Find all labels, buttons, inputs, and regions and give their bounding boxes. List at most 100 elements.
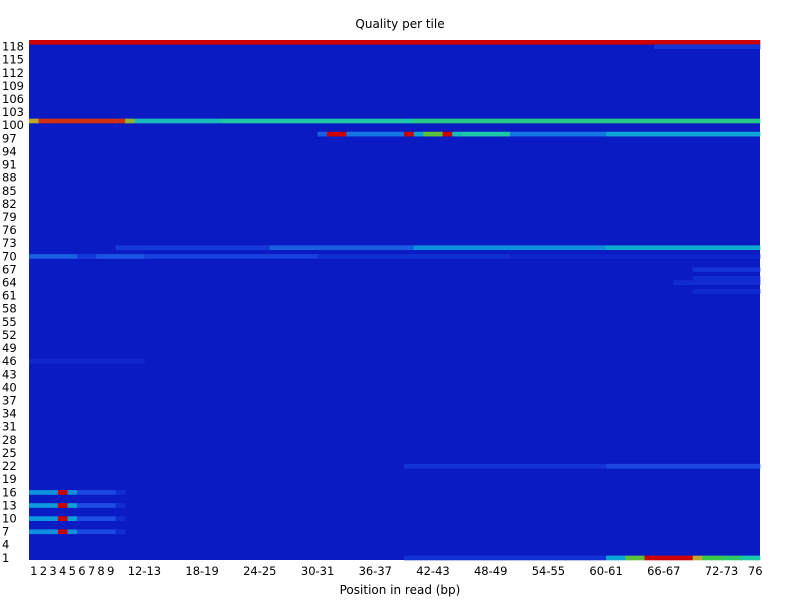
y-tick-label: 7 xyxy=(2,525,9,539)
heatmap-cell xyxy=(77,254,97,259)
heatmap-cell xyxy=(67,503,78,508)
heatmap-cell xyxy=(221,118,415,124)
x-tick-label: 5 xyxy=(69,564,76,578)
y-tick-label: 82 xyxy=(2,197,17,211)
heatmap-cell xyxy=(269,245,415,251)
heatmap-cell xyxy=(606,463,761,469)
heatmap-cell xyxy=(702,555,722,561)
x-tick-label: 76 xyxy=(748,564,763,578)
heatmap-cell xyxy=(29,529,59,535)
x-tick-label: 36-37 xyxy=(359,564,392,578)
heatmap-cell xyxy=(452,131,463,137)
y-tick-label: 58 xyxy=(2,302,17,316)
y-tick-label: 43 xyxy=(2,367,17,381)
heatmap-cell xyxy=(692,275,761,281)
heatmap-cell xyxy=(413,131,424,137)
heatmap-cell xyxy=(29,503,59,508)
heatmap-cell xyxy=(29,490,59,495)
x-tick-label: 54-55 xyxy=(532,564,565,578)
y-tick-label: 79 xyxy=(2,210,17,224)
y-tick-label: 88 xyxy=(2,171,17,185)
heatmap-cell xyxy=(57,516,68,521)
heatmap-cell xyxy=(317,131,328,137)
x-tick-label: 2 xyxy=(40,564,47,578)
heatmap-cell xyxy=(413,118,607,124)
x-tick-label: 72-73 xyxy=(705,564,738,578)
y-tick-label: 76 xyxy=(2,223,17,237)
heatmap-cell xyxy=(67,516,78,521)
x-tick-label: 48-49 xyxy=(474,564,507,578)
x-tick-label: 1 xyxy=(30,564,37,578)
heatmap-cell xyxy=(115,490,126,495)
heatmap-cell xyxy=(29,358,145,364)
heatmap-cell xyxy=(115,516,126,521)
heatmap-cell xyxy=(346,131,405,137)
y-tick-label: 94 xyxy=(2,144,17,158)
heatmap-cell xyxy=(509,131,607,137)
heatmap-cell xyxy=(96,254,145,259)
heatmap-cell xyxy=(442,131,453,137)
heatmap-cell xyxy=(57,529,68,535)
y-tick-label: 115 xyxy=(2,53,24,67)
heatmap-cell xyxy=(509,254,761,259)
heatmap-cell xyxy=(692,289,761,294)
x-tick-label: 24-25 xyxy=(243,564,276,578)
y-tick-label: 112 xyxy=(2,66,24,80)
y-tick-label: 1 xyxy=(2,551,9,565)
y-tick-label: 10 xyxy=(2,512,17,526)
heatmap-background xyxy=(29,40,760,560)
y-tick-label: 46 xyxy=(2,354,17,368)
x-axis-title: Position in read (bp) xyxy=(339,583,461,597)
y-tick-label: 40 xyxy=(2,380,17,394)
x-tick-label: 6 xyxy=(78,564,85,578)
heatmap-cell xyxy=(77,490,116,495)
x-tick-label: 18-19 xyxy=(185,564,218,578)
heatmap-cell xyxy=(115,529,126,535)
heatmap-cell xyxy=(67,529,78,535)
heatmap-cell xyxy=(29,118,39,124)
y-tick-label: 31 xyxy=(2,420,17,434)
heatmap-cell xyxy=(77,516,116,521)
heatmap-cell xyxy=(461,131,511,137)
y-tick-label: 64 xyxy=(2,276,17,290)
heatmap-cell xyxy=(29,516,59,521)
heatmap-cell xyxy=(654,44,761,50)
heatmap-cell xyxy=(29,40,761,45)
heatmap-chart: 1471013161922252831343740434649525558616… xyxy=(2,40,763,578)
y-tick-label: 37 xyxy=(2,394,17,408)
x-tick-label: 3 xyxy=(49,564,56,578)
heatmap-cell xyxy=(38,118,126,124)
heatmap-cell xyxy=(77,529,116,535)
y-tick-label: 103 xyxy=(2,105,24,119)
y-tick-label: 118 xyxy=(2,40,24,54)
heatmap-cell xyxy=(67,490,78,495)
x-tick-label: 4 xyxy=(59,564,66,578)
y-axis-ticks: 1471013161922252831343740434649525558616… xyxy=(2,40,24,565)
heatmap-cell xyxy=(115,503,126,508)
plot-background xyxy=(29,40,760,560)
heatmap-cell xyxy=(134,118,222,124)
x-tick-label: 30-31 xyxy=(301,564,334,578)
heatmap-cell xyxy=(644,555,693,561)
heatmap-cell xyxy=(77,503,116,508)
heatmap-cell xyxy=(115,245,270,251)
heatmap-cell xyxy=(327,131,347,137)
x-tick-label: 42-43 xyxy=(416,564,449,578)
x-tick-label: 8 xyxy=(97,564,104,578)
y-tick-label: 97 xyxy=(2,131,17,145)
heatmap-cell xyxy=(144,254,318,259)
heatmap-cell xyxy=(125,118,136,124)
heatmap-cell xyxy=(413,245,607,251)
y-tick-label: 61 xyxy=(2,289,17,303)
y-tick-label: 34 xyxy=(2,407,17,421)
heatmap-cell xyxy=(606,555,626,561)
y-tick-label: 52 xyxy=(2,328,17,342)
y-tick-label: 19 xyxy=(2,472,17,486)
x-tick-label: 7 xyxy=(88,564,95,578)
y-tick-label: 73 xyxy=(2,236,17,250)
heatmap-cell xyxy=(740,555,761,561)
y-tick-label: 13 xyxy=(2,498,17,512)
heatmap-cell xyxy=(692,555,703,561)
y-tick-label: 4 xyxy=(2,538,9,552)
heatmap-cell xyxy=(404,463,607,469)
